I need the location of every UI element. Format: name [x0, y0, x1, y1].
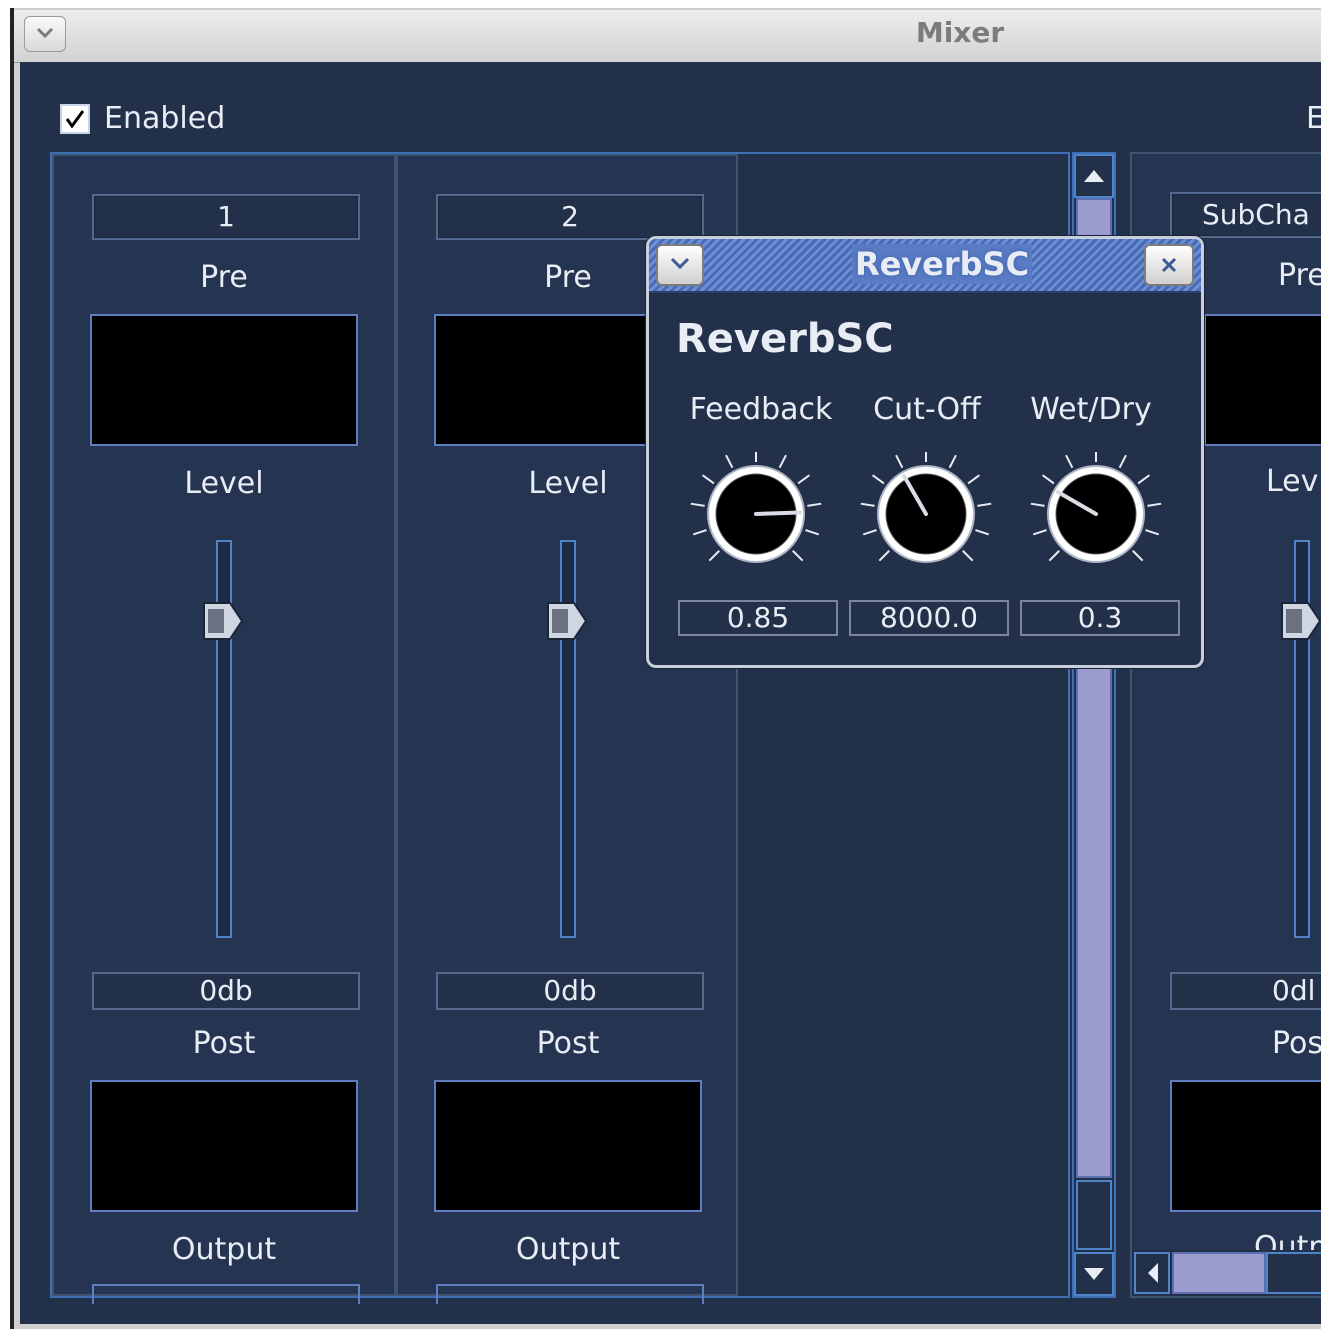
post-label: Pos [1272, 1026, 1321, 1061]
output-label: Output [171, 1232, 277, 1267]
scroll-up-button[interactable] [1074, 154, 1114, 198]
popup-heading: ReverbSC [676, 316, 894, 362]
cut-off-label: E [1306, 101, 1321, 136]
channel-strip-1: 1 Pre Level 0db Post Output [52, 154, 396, 1304]
chevron-down-icon [36, 27, 54, 39]
arrow-left-icon [1148, 1263, 1158, 1283]
level-fader-handle[interactable] [1280, 600, 1321, 642]
scroll-left-button[interactable] [1134, 1252, 1170, 1294]
close-icon [1161, 257, 1177, 273]
feedback-label: Feedback [689, 392, 833, 427]
feedback-value[interactable]: 0.85 [678, 600, 838, 636]
output-label: Outp [1254, 1230, 1321, 1250]
output-label: Output [515, 1232, 621, 1267]
wetdry-knob[interactable] [1026, 452, 1166, 578]
post-meter [434, 1080, 702, 1212]
vertical-scroll-track[interactable] [1076, 1180, 1112, 1250]
window-menu-button[interactable] [24, 16, 66, 52]
enabled-label: Enabled [104, 101, 226, 136]
checkmark-icon [65, 110, 85, 129]
db-field[interactable]: 0db [436, 972, 704, 1010]
horizontal-scroll-track[interactable] [1266, 1252, 1321, 1294]
window-edge [10, 8, 14, 1329]
pre-meter [1204, 314, 1321, 446]
level-fader-handle[interactable] [202, 600, 246, 642]
output-select[interactable] [436, 1284, 704, 1304]
channel-name-field[interactable]: 1 [92, 194, 360, 240]
db-field[interactable]: 0dl [1170, 972, 1321, 1010]
db-field[interactable]: 0db [92, 972, 360, 1010]
popup-title: ReverbSC [852, 244, 1032, 284]
post-label: Post [536, 1026, 600, 1061]
arrow-down-icon [1084, 1268, 1104, 1280]
popup-close-button[interactable] [1144, 244, 1194, 286]
pre-meter [90, 314, 358, 446]
scroll-down-button[interactable] [1074, 1252, 1114, 1296]
channel-name-field[interactable]: 2 [436, 194, 704, 240]
cutoff-label: Cut-Off [873, 392, 981, 427]
post-label: Post [192, 1026, 256, 1061]
level-label: Lev [1266, 464, 1319, 499]
window-titlebar[interactable] [14, 10, 1321, 63]
chevron-down-icon [670, 257, 690, 270]
window-title: Mixer [915, 16, 1005, 49]
channel-name-field[interactable]: SubCha [1170, 192, 1321, 238]
wetdry-value[interactable]: 0.3 [1020, 600, 1180, 636]
pre-label: Pre [200, 260, 248, 295]
level-fader-handle[interactable] [546, 600, 590, 642]
cutoff-value[interactable]: 8000.0 [849, 600, 1009, 636]
post-meter [90, 1080, 358, 1212]
wetdry-label: Wet/Dry [1030, 392, 1152, 427]
output-select[interactable] [92, 1284, 360, 1304]
arrow-up-icon [1084, 170, 1104, 182]
popup-menu-button[interactable] [656, 244, 704, 286]
pre-label: Pre [1278, 258, 1321, 293]
enabled-checkbox[interactable] [60, 104, 90, 134]
level-label: Level [184, 466, 264, 501]
feedback-knob[interactable] [686, 452, 826, 578]
horizontal-scroll-thumb[interactable] [1172, 1252, 1266, 1294]
post-meter [1170, 1080, 1321, 1212]
cutoff-knob[interactable] [856, 452, 996, 578]
